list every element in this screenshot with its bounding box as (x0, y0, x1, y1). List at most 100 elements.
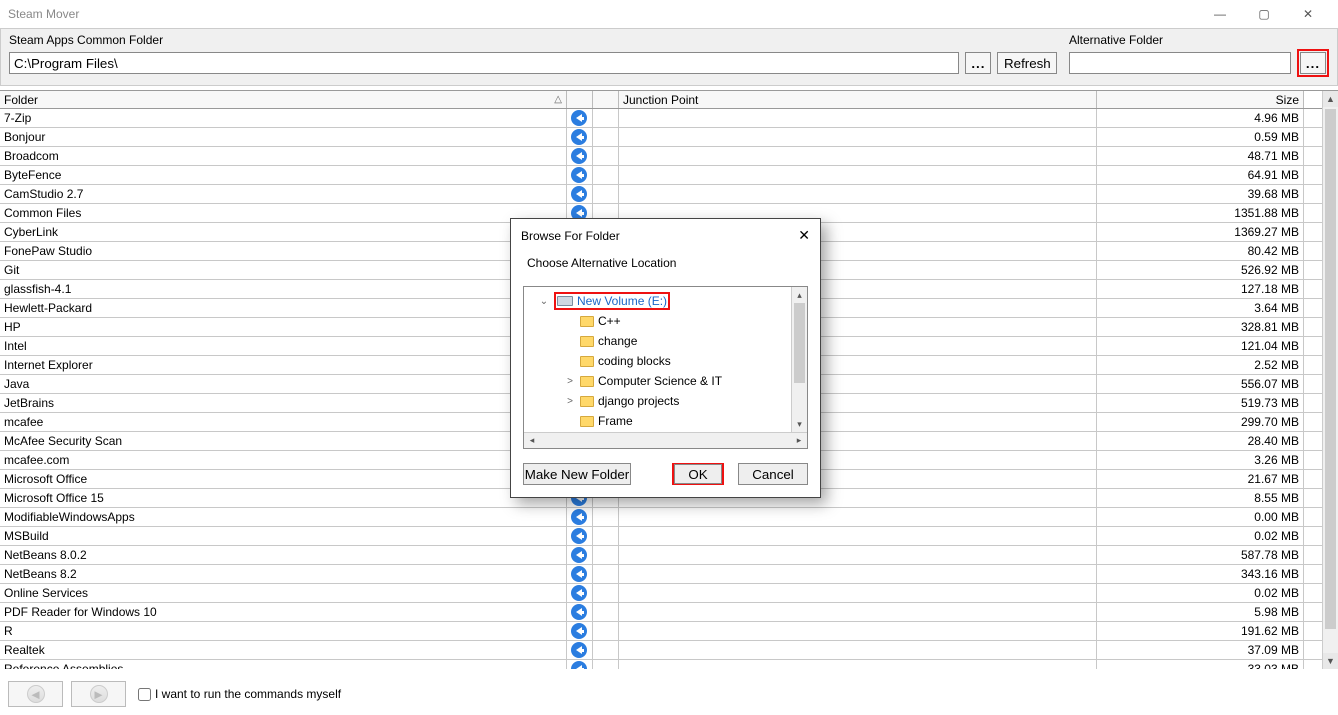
cell-move-left[interactable] (567, 109, 593, 127)
table-row[interactable]: Broadcom48.71 MB (0, 147, 1338, 166)
cell-size: 5.98 MB (1097, 603, 1304, 621)
cell-move-right[interactable] (593, 584, 619, 602)
table-row[interactable]: Realtek37.09 MB (0, 641, 1338, 660)
table-row[interactable]: CamStudio 2.739.68 MB (0, 185, 1338, 204)
header-folder[interactable]: Folder△ (0, 91, 567, 108)
cell-move-left[interactable] (567, 603, 593, 621)
table-scrollbar[interactable]: ▲ ▼ (1322, 91, 1338, 669)
table-row[interactable]: 7-Zip4.96 MB (0, 109, 1338, 128)
tree-selection-highlight: New Volume (E:) (554, 292, 670, 310)
tree-drive-label: New Volume (E:) (577, 294, 667, 308)
make-new-folder-button[interactable]: Make New Folder (523, 463, 631, 485)
tree-item[interactable]: change (524, 331, 791, 351)
table-row[interactable]: ByteFence64.91 MB (0, 166, 1338, 185)
tree-item[interactable]: coding blocks (524, 351, 791, 371)
cell-move-right[interactable] (593, 641, 619, 659)
maximize-button[interactable]: ▢ (1242, 0, 1286, 28)
cell-folder: Common Files (0, 204, 567, 222)
minimize-button[interactable]: — (1198, 0, 1242, 28)
ok-button[interactable]: OK (674, 464, 722, 484)
tree-hscroll[interactable]: ◂ ▸ (524, 432, 807, 448)
expand-icon[interactable]: > (564, 376, 576, 387)
cell-folder: Broadcom (0, 147, 567, 165)
header-junction[interactable]: Junction Point (619, 91, 1097, 108)
tree-scroll-thumb[interactable] (794, 303, 805, 383)
cell-move-left[interactable] (567, 565, 593, 583)
cell-move-left[interactable] (567, 166, 593, 184)
table-row[interactable]: Bonjour0.59 MB (0, 128, 1338, 147)
cell-move-left[interactable] (567, 508, 593, 526)
cell-move-right[interactable] (593, 147, 619, 165)
cell-move-left[interactable] (567, 185, 593, 203)
cell-move-right[interactable] (593, 166, 619, 184)
cell-size: 0.02 MB (1097, 527, 1304, 545)
table-row[interactable]: PDF Reader for Windows 105.98 MB (0, 603, 1338, 622)
tree-scroll-down-icon[interactable]: ▾ (792, 416, 807, 432)
table-row[interactable]: ModifiableWindowsApps0.00 MB (0, 508, 1338, 527)
close-button[interactable]: ✕ (1286, 0, 1330, 28)
run-myself-checkbox[interactable]: I want to run the commands myself (138, 687, 341, 701)
move-left-button[interactable]: ◄ (8, 681, 63, 707)
table-row[interactable]: Reference Assemblies33.03 MB (0, 660, 1338, 669)
cell-size: 121.04 MB (1097, 337, 1304, 355)
tree-item[interactable]: Frame (524, 411, 791, 431)
cell-size: 0.02 MB (1097, 584, 1304, 602)
scroll-up-icon[interactable]: ▲ (1323, 91, 1338, 107)
collapse-icon[interactable]: ⌄ (538, 296, 550, 307)
cell-junction (619, 147, 1097, 165)
move-right-button[interactable]: ► (71, 681, 126, 707)
cell-move-left[interactable] (567, 527, 593, 545)
cell-move-right[interactable] (593, 660, 619, 669)
cell-size: 80.42 MB (1097, 242, 1304, 260)
header-dir-right[interactable] (593, 91, 619, 108)
dialog-subtitle: Choose Alternative Location (523, 256, 808, 270)
cell-move-left[interactable] (567, 584, 593, 602)
run-myself-input[interactable] (138, 688, 151, 701)
cell-move-right[interactable] (593, 508, 619, 526)
cell-move-left[interactable] (567, 147, 593, 165)
drive-icon (557, 296, 573, 306)
cell-move-right[interactable] (593, 527, 619, 545)
cell-move-right[interactable] (593, 546, 619, 564)
alt-browse-button[interactable]: ... (1300, 52, 1326, 74)
cell-move-right[interactable] (593, 185, 619, 203)
expand-icon[interactable]: > (564, 396, 576, 407)
cell-move-right[interactable] (593, 128, 619, 146)
cell-move-right[interactable] (593, 109, 619, 127)
cell-move-left[interactable] (567, 546, 593, 564)
tree-vscroll[interactable]: ▴ ▾ (791, 287, 807, 432)
tree-scroll-up-icon[interactable]: ▴ (792, 287, 807, 303)
cell-move-left[interactable] (567, 641, 593, 659)
table-row[interactable]: NetBeans 8.2343.16 MB (0, 565, 1338, 584)
tree-drive-item[interactable]: ⌄ New Volume (E:) (524, 291, 791, 311)
tree-item[interactable]: C++ (524, 311, 791, 331)
cell-move-right[interactable] (593, 622, 619, 640)
tree-scroll-left-icon[interactable]: ◂ (524, 433, 540, 448)
cell-move-left[interactable] (567, 660, 593, 669)
scroll-down-icon[interactable]: ▼ (1323, 653, 1338, 669)
cell-move-right[interactable] (593, 603, 619, 621)
browse-button[interactable]: ... (965, 52, 991, 74)
cancel-button[interactable]: Cancel (738, 463, 808, 485)
cell-size: 0.59 MB (1097, 128, 1304, 146)
header-size[interactable]: Size (1097, 91, 1304, 108)
cell-folder: FonePaw Studio (0, 242, 567, 260)
cell-folder: ModifiableWindowsApps (0, 508, 567, 526)
table-row[interactable]: Online Services0.02 MB (0, 584, 1338, 603)
table-row[interactable]: R191.62 MB (0, 622, 1338, 641)
tree-scroll-right-icon[interactable]: ▸ (791, 433, 807, 448)
cell-move-left[interactable] (567, 128, 593, 146)
table-row[interactable]: NetBeans 8.0.2587.78 MB (0, 546, 1338, 565)
scroll-thumb[interactable] (1325, 109, 1336, 629)
tree-item[interactable]: >django projects (524, 391, 791, 411)
header-dir-left[interactable] (567, 91, 593, 108)
tree-item[interactable]: >Computer Science & IT (524, 371, 791, 391)
cell-size: 343.16 MB (1097, 565, 1304, 583)
table-row[interactable]: MSBuild0.02 MB (0, 527, 1338, 546)
alt-input[interactable] (1069, 52, 1291, 74)
cell-move-left[interactable] (567, 622, 593, 640)
refresh-button[interactable]: Refresh (997, 52, 1057, 74)
dialog-close-button[interactable]: ✕ (798, 227, 810, 244)
path-input[interactable] (9, 52, 959, 74)
cell-move-right[interactable] (593, 565, 619, 583)
